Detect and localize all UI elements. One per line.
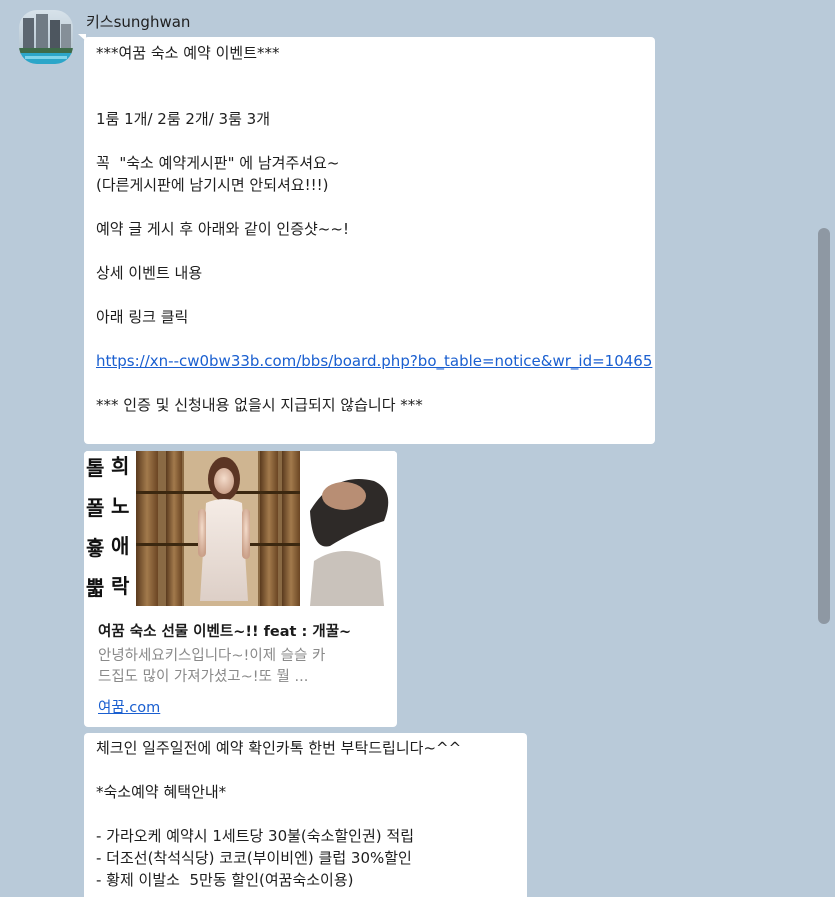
calligraphy-char: 락: [111, 574, 130, 598]
calligraphy-char: 희: [111, 454, 129, 478]
calligraphy-char: 뿗: [86, 576, 104, 600]
message-text: - 가라오케 예약시 1세트당 30불(숙소할인권) 적립: [96, 827, 414, 845]
message-bubble-benefits[interactable]: 체크인 일주일전에 예약 확인카톡 한번 부탁드립니다~^^ *숙소예약 혜택안…: [84, 733, 527, 897]
link-preview-card[interactable]: 톨 희 폴 노 흏 애 뿗 락 여꿈 숙소 선물 이벤트~!! feat : 개…: [84, 451, 397, 727]
sender-avatar[interactable]: [19, 10, 73, 64]
message-bubble-event[interactable]: ***여꿈 숙소 예약 이벤트*** 1룸 1개/ 2룸 2개/ 3룸 3개 꼭…: [84, 37, 655, 444]
link-preview-image[interactable]: 톨 희 폴 노 흏 애 뿗 락: [84, 451, 397, 606]
link-preview-domain[interactable]: 여꿈.com: [98, 696, 160, 717]
message-text: - 더조선(착석식당) 코코(부이비엔) 클럽 30%할인: [96, 849, 412, 867]
chat-scrollbar[interactable]: [818, 228, 830, 624]
message-text: 예약 글 게시 후 아래와 같이 인증샷~~!: [96, 220, 349, 238]
calligraphy-char: 노: [111, 494, 129, 518]
link-preview-title[interactable]: 여꿈 숙소 선물 이벤트~!! feat : 개꿀~: [98, 620, 351, 641]
message-text: *숙소예약 혜택안내*: [96, 783, 227, 801]
message-text: 꼭 "숙소 예약게시판" 에 남겨주셔요~: [96, 154, 340, 172]
link-preview-desc-line: 안녕하세요키스입니다~!이제 슬슬 카: [98, 648, 326, 664]
message-text: ***여꿈 숙소 예약 이벤트***: [96, 44, 280, 62]
message-text: *** 인증 및 신청내용 없을시 지급되지 않습니다 ***: [96, 396, 423, 414]
chat-window: 키스sunghwan ***여꿈 숙소 예약 이벤트*** 1룸 1개/ 2룸 …: [0, 0, 835, 897]
message-text: - 황제 이발소 5만동 할인(여꿈숙소이용): [96, 871, 354, 889]
calligraphy-char: 폴: [86, 496, 104, 520]
message-text: (다른게시판에 남기시면 안되셔요!!!): [96, 176, 329, 194]
link-preview-description: 안녕하세요키스입니다~!이제 슬슬 카 드집도 많이 가져가셨고~!또 뭘 ..…: [98, 646, 383, 688]
calligraphy-char: 흏: [86, 536, 104, 560]
message-text: 1룸 1개/ 2룸 2개/ 3룸 3개: [96, 110, 271, 128]
message-text: 상세 이벤트 내용: [96, 264, 203, 282]
message-text: 체크인 일주일전에 예약 확인카톡 한번 부탁드립니다~^^: [96, 739, 462, 757]
event-link[interactable]: https://xn--cw0bw33b.com/bbs/board.php?b…: [96, 350, 652, 372]
sender-name: 키스sunghwan: [86, 13, 191, 31]
calligraphy-char: 애: [111, 534, 129, 558]
link-preview-desc-line: 드집도 많이 가져가셨고~!또 뭘 ...: [98, 669, 309, 685]
calligraphy-char: 톨: [86, 456, 104, 480]
message-text: 아래 링크 클릭: [96, 308, 189, 326]
